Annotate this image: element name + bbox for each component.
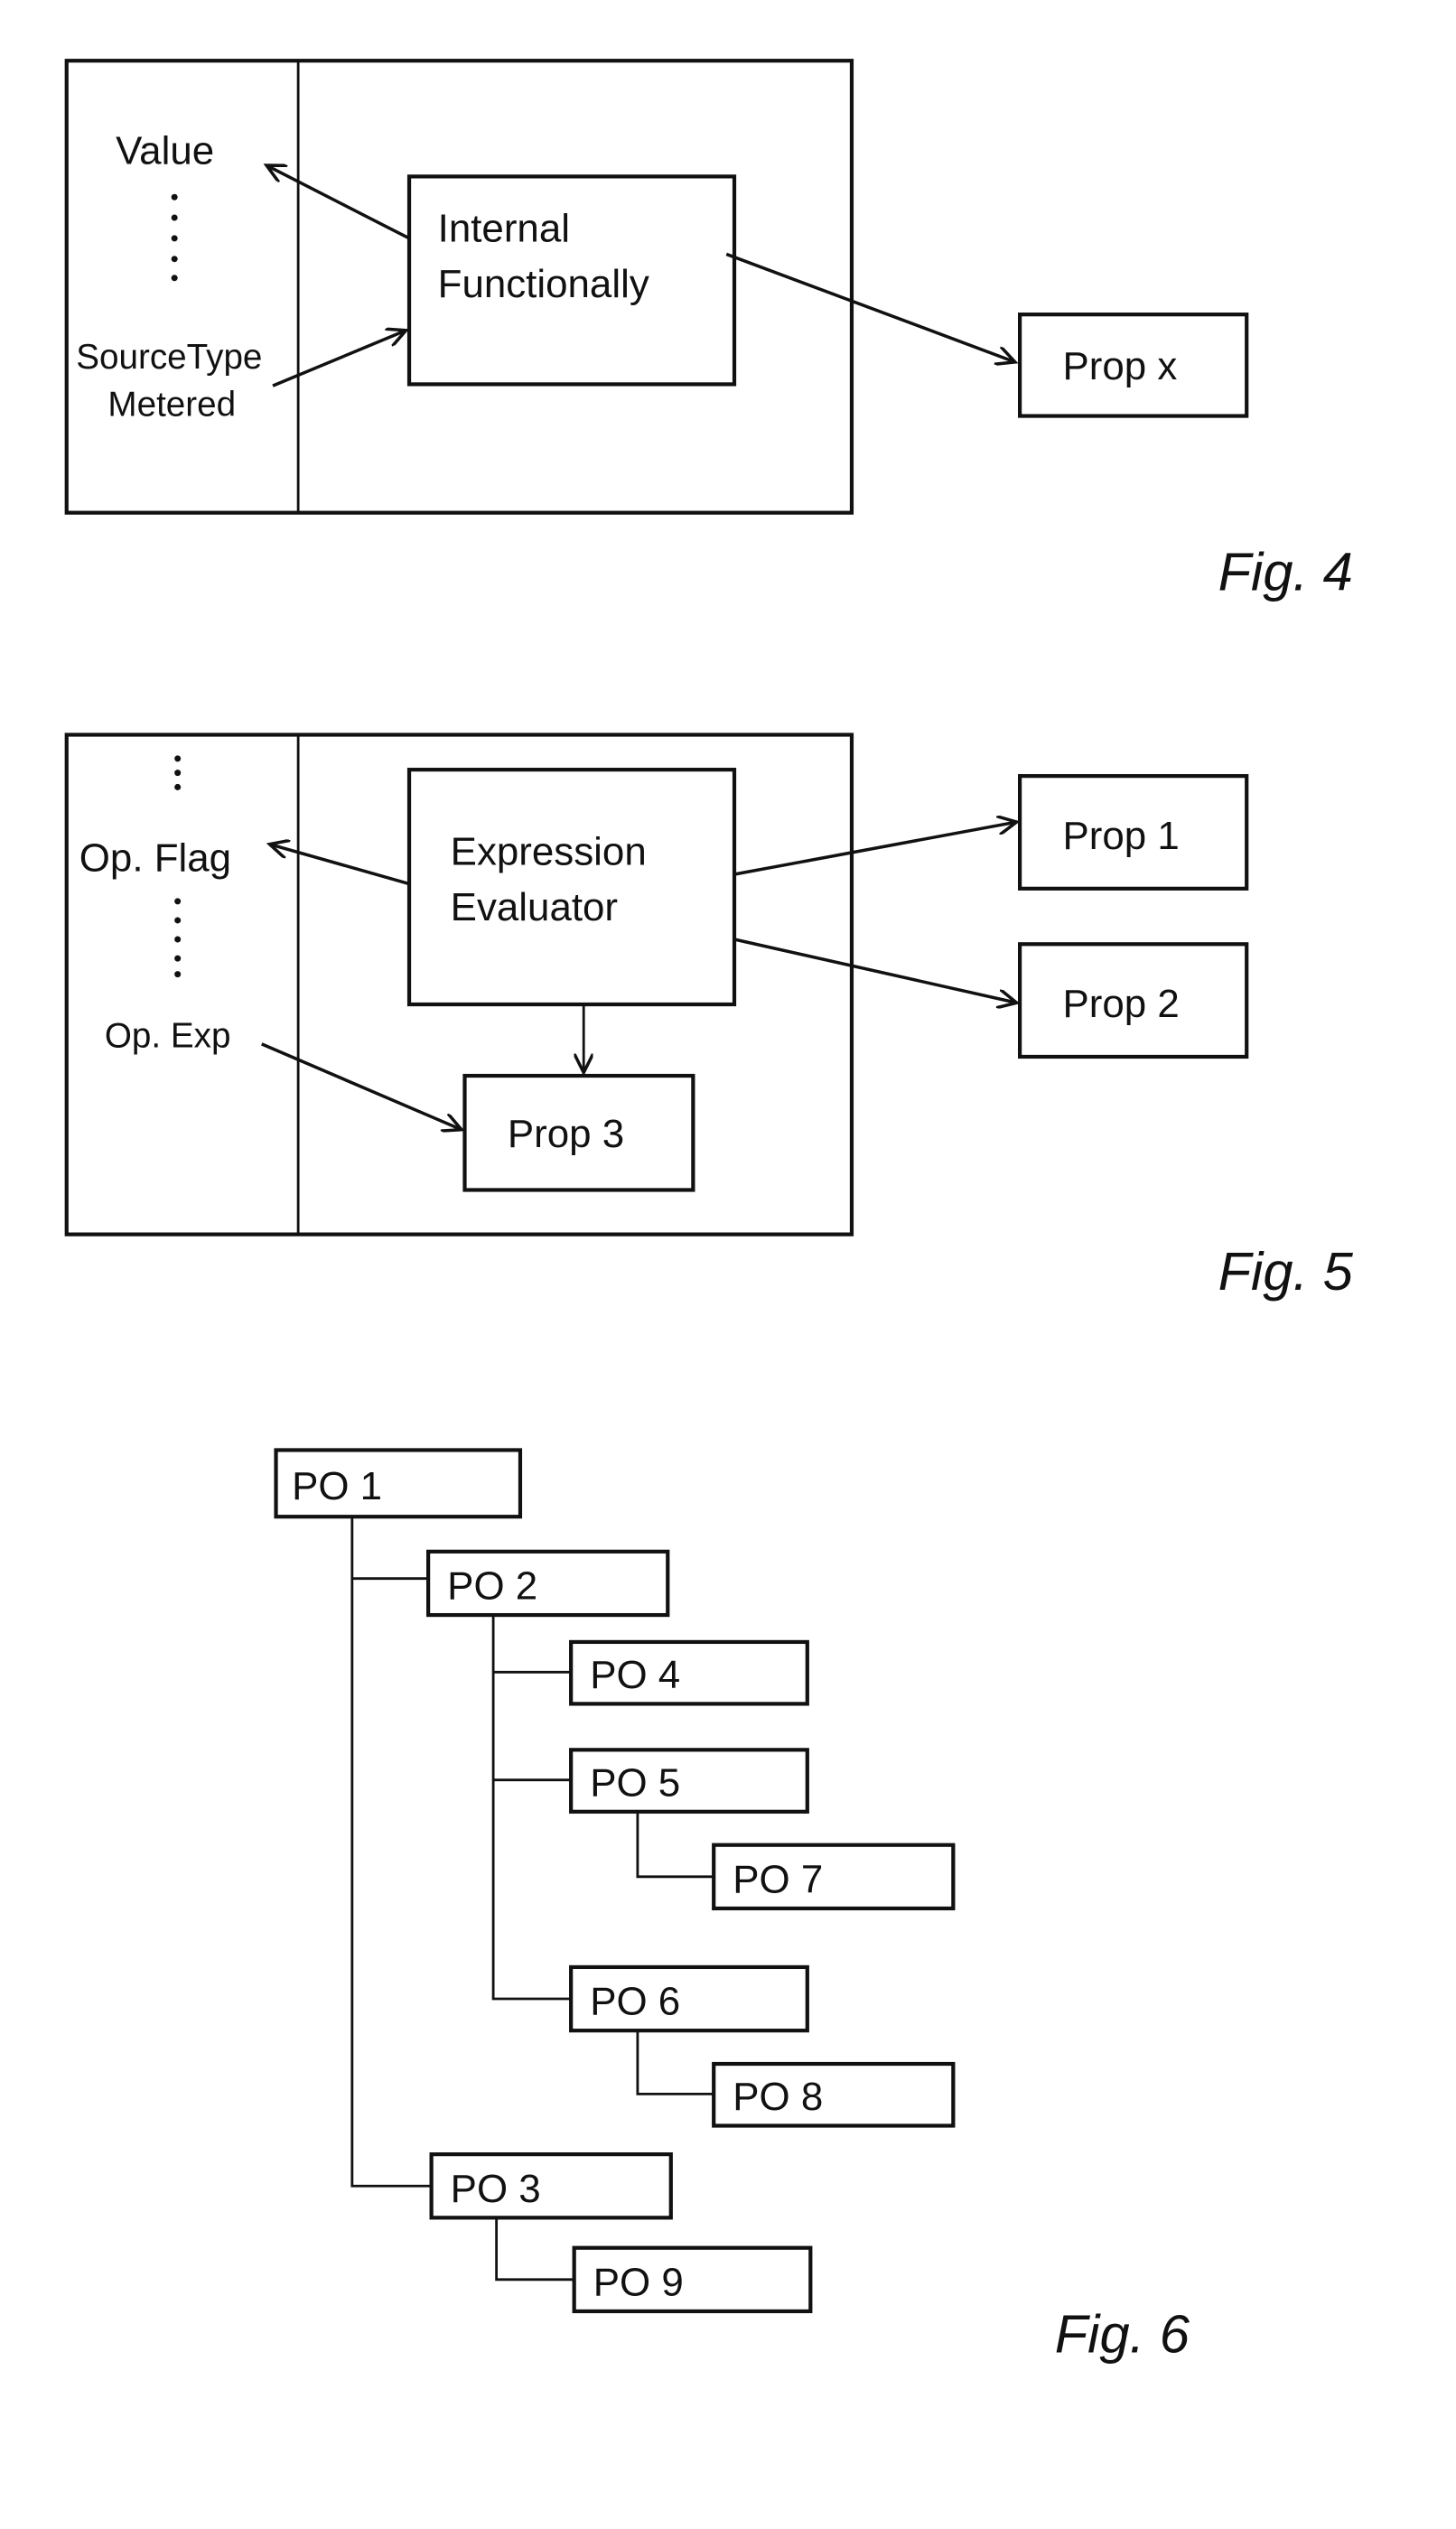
fig5-ellipsis-dots-top — [174, 755, 182, 790]
fig6-node-label: PO 7 — [733, 1857, 823, 1901]
fig6-node-label: PO 2 — [447, 1564, 537, 1609]
fig6-node: PO 7 — [712, 1843, 956, 1911]
fig6-node: PO 2 — [426, 1549, 670, 1618]
fig4-internal-label: Internal — [438, 206, 570, 250]
fig4-caption: Fig. 4 — [1218, 542, 1353, 602]
fig5-prop-2-label: Prop 2 — [1063, 982, 1180, 1026]
fig6-node: PO 4 — [569, 1639, 809, 1706]
figure-6: PO 1 PO 2 PO 4 PO 5 PO 7 PO 6 PO 8 PO 3 — [274, 1448, 1190, 2365]
fig5-op-exp-label: Op. Exp — [105, 1016, 231, 1055]
fig5-op-flag-label: Op. Flag — [79, 836, 231, 881]
figure-5: Op. Flag Op. Exp Expression Evaluator Pr… — [64, 733, 1354, 1302]
patent-figures: Value SourceType Metered Internal Functi… — [64, 59, 1354, 2365]
fig5-expression-label: Expression — [451, 829, 647, 873]
fig4-value-label: Value — [116, 128, 214, 173]
fig4-prop-x-label: Prop x — [1063, 344, 1178, 388]
fig6-node-label: PO 8 — [733, 2075, 823, 2119]
fig5-evaluator-label: Evaluator — [451, 885, 618, 929]
fig4-metered-label: Metered — [107, 386, 236, 425]
fig6-node-label: PO 5 — [590, 1760, 680, 1805]
fig6-node: PO 5 — [569, 1748, 809, 1814]
figure-4: Value SourceType Metered Internal Functi… — [64, 59, 1353, 602]
fig6-node: PO 1 — [274, 1448, 523, 1519]
fig6-node-label: PO 4 — [590, 1653, 680, 1697]
fig6-caption: Fig. 6 — [1055, 2304, 1190, 2365]
fig4-sourcetype-label: SourceType — [76, 338, 262, 377]
fig6-node-label: PO 3 — [451, 2167, 541, 2211]
fig6-node: PO 3 — [429, 2152, 673, 2220]
fig5-caption: Fig. 5 — [1218, 1241, 1354, 1302]
fig4-functionally-label: Functionally — [438, 262, 649, 306]
fig5-prop-1-label: Prop 1 — [1063, 814, 1180, 858]
fig6-node: PO 6 — [569, 1964, 809, 2033]
fig6-node: PO 8 — [712, 2061, 956, 2128]
fig6-node-label: PO 6 — [590, 1980, 680, 2024]
fig6-node-label: PO 1 — [292, 1464, 382, 1508]
fig6-node: PO 9 — [572, 2245, 813, 2314]
fig6-node-label: PO 9 — [593, 2260, 684, 2304]
fig5-prop-3-label: Prop 3 — [508, 1112, 624, 1156]
